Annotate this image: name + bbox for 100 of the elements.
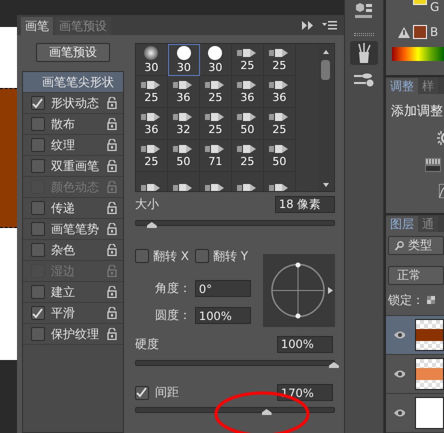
checkbox[interactable] bbox=[30, 201, 45, 215]
slider-thumb[interactable] bbox=[262, 409, 272, 415]
checkbox[interactable] bbox=[30, 222, 45, 236]
brush-settings-icon[interactable] bbox=[354, 73, 374, 87]
scroll-thumb[interactable] bbox=[321, 60, 330, 80]
layer-row[interactable] bbox=[386, 316, 444, 356]
checkbox[interactable] bbox=[30, 96, 45, 110]
brush-tip[interactable]: 25 bbox=[232, 140, 264, 172]
lock-icon[interactable] bbox=[106, 223, 117, 235]
lock-icon[interactable] bbox=[106, 286, 117, 298]
list-item[interactable]: 传递 bbox=[22, 198, 123, 219]
checkbox[interactable] bbox=[194, 249, 209, 263]
filter-dropdown[interactable]: 类型 bbox=[388, 236, 444, 256]
option-label[interactable]: 建立 bbox=[50, 284, 101, 300]
flip-label[interactable]: 翻转 X bbox=[152, 248, 189, 264]
lock-icon[interactable] bbox=[106, 202, 117, 214]
scroll-down-icon[interactable] bbox=[322, 183, 329, 187]
flip-label[interactable]: 翻转 Y bbox=[212, 248, 248, 264]
option-label[interactable]: 双重画笔 bbox=[50, 158, 101, 174]
lock-icon[interactable] bbox=[106, 307, 117, 319]
brush-tip[interactable]: 36 bbox=[168, 76, 200, 108]
brush-tip[interactable]: 71 bbox=[200, 140, 232, 172]
lock-icon[interactable] bbox=[106, 328, 117, 340]
checkbox[interactable] bbox=[30, 306, 45, 320]
layer-row[interactable] bbox=[386, 355, 444, 394]
brush-tip[interactable]: 25 bbox=[200, 108, 232, 140]
option-label[interactable]: 纹理 bbox=[50, 136, 101, 154]
checkbox[interactable] bbox=[30, 243, 45, 257]
brightness-icon[interactable] bbox=[436, 130, 444, 146]
size-slider[interactable] bbox=[134, 220, 335, 226]
brush-presets-button[interactable]: 画笔预设 bbox=[36, 43, 110, 62]
brush-tip[interactable]: 50 bbox=[168, 140, 200, 172]
brush-tip[interactable]: 36 bbox=[264, 76, 296, 108]
brush-tip[interactable]: 25 bbox=[136, 140, 168, 172]
brush-tip[interactable]: 25 bbox=[200, 76, 232, 108]
hardness-field[interactable]: 100% bbox=[276, 336, 333, 352]
lock-icon[interactable] bbox=[106, 244, 117, 256]
checkbox[interactable] bbox=[30, 159, 45, 173]
checkbox[interactable] bbox=[30, 285, 45, 299]
list-item[interactable]: 形状动态 bbox=[22, 93, 123, 114]
brush-icon[interactable] bbox=[350, 41, 378, 65]
lock-icon[interactable] bbox=[106, 97, 117, 109]
blend-mode-dropdown[interactable]: 正常 bbox=[388, 266, 444, 286]
slider-thumb[interactable] bbox=[146, 222, 157, 228]
option-label[interactable]: 形状动态 bbox=[50, 94, 101, 112]
angle-field[interactable]: 0° bbox=[194, 280, 251, 297]
slider-thumb[interactable] bbox=[328, 362, 339, 368]
brush-tip[interactable]: 30 bbox=[200, 44, 232, 76]
list-item[interactable]: 保护纹理 bbox=[22, 324, 123, 345]
eye-icon[interactable] bbox=[394, 409, 406, 418]
size-field[interactable]: 18 像素 bbox=[274, 196, 335, 212]
collapse-icon[interactable] bbox=[302, 20, 314, 30]
option-label[interactable]: 平滑 bbox=[50, 304, 101, 322]
lock-pixels-icon[interactable] bbox=[426, 296, 435, 304]
brush-tip[interactable]: 32 bbox=[168, 108, 200, 140]
angle-widget[interactable] bbox=[262, 254, 335, 327]
list-item[interactable]: 散布 bbox=[22, 114, 123, 135]
brush-tip[interactable]: 25 bbox=[264, 108, 296, 140]
lock-icon[interactable] bbox=[106, 160, 117, 172]
list-item[interactable]: 双重画笔 bbox=[22, 156, 123, 177]
checkbox[interactable] bbox=[134, 386, 149, 400]
brush-tip[interactable]: 36 bbox=[232, 76, 264, 108]
checkbox[interactable] bbox=[134, 249, 149, 263]
list-item[interactable]: 建立 bbox=[22, 282, 123, 303]
list-item[interactable]: 平滑 bbox=[22, 303, 123, 324]
brush-tip[interactable]: 25 bbox=[136, 76, 168, 108]
spacing-slider[interactable] bbox=[134, 407, 335, 413]
checkbox[interactable] bbox=[30, 327, 45, 341]
option-label[interactable]: 画笔笔势 bbox=[50, 220, 101, 238]
brush-tip[interactable]: 30 bbox=[136, 44, 168, 76]
brush-tip[interactable]: 30 bbox=[168, 44, 200, 76]
roundness-field[interactable]: 100% bbox=[194, 307, 251, 324]
option-label[interactable]: 保护纹理 bbox=[50, 326, 101, 342]
eye-icon[interactable] bbox=[394, 331, 406, 340]
spacing-label[interactable]: 间距 bbox=[154, 384, 179, 401]
brush-tip[interactable]: 36 bbox=[136, 108, 168, 140]
option-label[interactable]: 散布 bbox=[50, 116, 101, 132]
list-item[interactable]: 画笔笔尖形状 bbox=[22, 72, 123, 93]
brush-tip[interactable]: 50 bbox=[232, 108, 264, 140]
brush-tip[interactable]: 25 bbox=[232, 44, 264, 76]
brush-tip[interactable]: 25 bbox=[264, 44, 296, 76]
brush-tip[interactable]: 50 bbox=[264, 140, 296, 172]
lock-icon[interactable] bbox=[106, 118, 117, 130]
list-item[interactable]: 纹理 bbox=[22, 135, 123, 156]
lock-icon[interactable] bbox=[106, 139, 117, 151]
option-label[interactable]: 杂色 bbox=[50, 242, 101, 258]
color-swatch[interactable] bbox=[412, 25, 427, 39]
brush-size: 50 bbox=[272, 154, 286, 168]
scroll-up-icon[interactable] bbox=[322, 50, 329, 54]
option-label[interactable]: 传递 bbox=[50, 200, 101, 216]
checkbox[interactable] bbox=[30, 117, 45, 131]
color-spectrum[interactable] bbox=[392, 47, 444, 61]
layer-row[interactable] bbox=[386, 394, 444, 433]
checkbox[interactable] bbox=[30, 138, 45, 152]
eye-icon[interactable] bbox=[394, 370, 406, 378]
list-item[interactable]: 杂色 bbox=[22, 240, 123, 261]
panel-tab[interactable]: 画笔 bbox=[20, 17, 53, 35]
levels-icon[interactable] bbox=[424, 158, 441, 172]
menu-icon[interactable] bbox=[322, 20, 338, 30]
list-item[interactable]: 画笔笔势 bbox=[22, 219, 123, 240]
